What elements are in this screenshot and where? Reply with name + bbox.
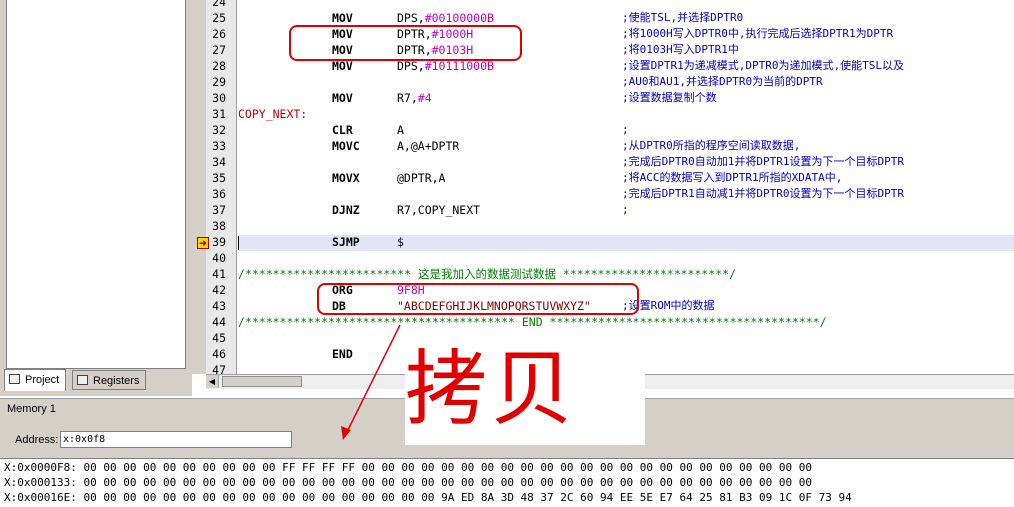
address-input[interactable] [60, 431, 292, 448]
line-number: 43 [212, 299, 226, 313]
code-line[interactable]: 35 MOVX @DPTR,A ;将ACC的数据写入到DPTR1所指的XDATA中, [192, 170, 1014, 186]
code-mnemonic: MOVC [332, 139, 360, 153]
code-mnemonic: SJMP [332, 235, 360, 249]
code-comment: ;设置数据复制个数 [622, 91, 717, 104]
line-number: 46 [212, 347, 226, 361]
registers-icon [77, 375, 88, 385]
tab-registers-label: Registers [93, 375, 140, 387]
line-number: 29 [212, 75, 226, 89]
code-line[interactable]: 30 MOV R7,#4 ;设置数据复制个数 [192, 90, 1014, 106]
line-number: 38 [212, 219, 226, 233]
code-line[interactable]: 40 [192, 250, 1014, 266]
highlight-box-db [317, 283, 639, 315]
code-mnemonic: END [332, 347, 353, 361]
code-label: COPY_NEXT: [238, 107, 308, 121]
code-operands: $ [397, 235, 404, 249]
line-number: 36 [212, 187, 226, 201]
code-operands: R7,#4 [397, 91, 432, 105]
code-comment: ;AU0和AU1,并选择DPTR0为当前的DPTR [622, 75, 823, 88]
code-mnemonic: DJNZ [332, 203, 360, 217]
code-mnemonic: CLR [332, 123, 353, 137]
code-comment: ;从DPTR0所指的程序空间读取数据, [622, 139, 801, 152]
code-line[interactable]: 39 SJMP $ [192, 234, 1014, 250]
code-line[interactable]: 44 /*************************************… [192, 314, 1014, 330]
code-operands: A,@A+DPTR [397, 139, 460, 153]
tab-registers[interactable]: Registers [72, 370, 147, 390]
line-number: 33 [212, 139, 226, 153]
code-line[interactable]: 31 COPY_NEXT: [192, 106, 1014, 122]
project-panel: Project Registers [0, 0, 192, 396]
line-number: 24 [212, 0, 226, 9]
line-number: 35 [212, 171, 226, 185]
tab-project-label: Project [25, 374, 60, 386]
line-number: 39 [212, 235, 226, 249]
line-number: 30 [212, 91, 226, 105]
project-tree[interactable] [6, 0, 186, 369]
memory-row: X:0x000133: 00 00 00 00 00 00 00 00 00 0… [4, 476, 812, 489]
code-mnemonic: MOVX [332, 171, 360, 185]
scroll-left-icon[interactable]: ◀ [206, 375, 219, 388]
code-comment: ;将1000H写入DPTR0中,执行完成后选择DPTR1为DPTR [622, 27, 894, 40]
address-label: Address: [15, 434, 59, 446]
code-comment: ;使能TSL,并选择DPTR0 [622, 11, 744, 24]
code-operands: R7,COPY_NEXT [397, 203, 481, 217]
code-line[interactable]: 32 CLR A; [192, 122, 1014, 138]
memory-row: X:0x00016E: 00 00 00 00 00 00 00 00 00 0… [4, 491, 852, 504]
code-operands: @DPTR,A [397, 171, 446, 185]
code-operands: DPS,#00100000B [397, 11, 494, 25]
code-operands: A [397, 123, 404, 137]
code-comment: ;设置DPTR1为递减模式,DPTR0为递加模式,使能TSL以及 [622, 59, 904, 72]
code-line[interactable]: 38 [192, 218, 1014, 234]
code-comment: ; [622, 203, 629, 216]
code-banner-comment: /************************ 这是我加入的数据测试数据 *… [238, 267, 737, 281]
code-line[interactable]: 36 ;完成后DPTR1自动减1并将DPTR0设置为下一个目标DPTR [192, 186, 1014, 202]
code-mnemonic: MOV [332, 91, 353, 105]
code-comment: ;完成后DPTR0自动加1并将DPTR1设置为下一个目标DPTR [622, 155, 904, 168]
line-number: 42 [212, 283, 226, 297]
line-number: 27 [212, 43, 226, 57]
code-line[interactable]: 29 ;AU0和AU1,并选择DPTR0为当前的DPTR [192, 74, 1014, 90]
code-line[interactable]: 34 ;完成后DPTR0自动加1并将DPTR1设置为下一个目标DPTR [192, 154, 1014, 170]
line-number: 37 [212, 203, 226, 217]
code-comment: ;将0103H写入DPTR1中 [622, 43, 739, 56]
code-comment: ;将ACC的数据写入到DPTR1所指的XDATA中, [622, 171, 843, 184]
memory-title-text: Memory 1 [7, 403, 56, 415]
line-number: 34 [212, 155, 226, 169]
scrollbar-thumb[interactable] [222, 376, 302, 387]
line-number: 26 [212, 27, 226, 41]
code-line[interactable]: 37 DJNZ R7,COPY_NEXT; [192, 202, 1014, 218]
annotation-copy-label: 拷贝 [405, 342, 578, 437]
highlight-box-dptr [289, 25, 522, 61]
code-comment: ;完成后DPTR1自动减1并将DPTR0设置为下一个目标DPTR [622, 187, 904, 200]
line-number: 25 [212, 11, 226, 25]
code-banner-comment: /***************************************… [238, 315, 827, 329]
code-mnemonic: MOV [332, 11, 353, 25]
line-number: 28 [212, 59, 226, 73]
memory-row: X:0x0000F8: 00 00 00 00 00 00 00 00 00 0… [4, 461, 812, 474]
line-number: 45 [212, 331, 226, 345]
memory-view[interactable]: X:0x0000F8: 00 00 00 00 00 00 00 00 00 0… [0, 458, 1014, 507]
line-number: 44 [212, 315, 226, 329]
code-comment: ; [622, 123, 629, 136]
code-line[interactable]: 33 MOVC A,@A+DPTR ;从DPTR0所指的程序空间读取数据, [192, 138, 1014, 154]
tab-project[interactable]: Project [4, 369, 67, 391]
project-icon [9, 374, 20, 384]
line-number: 41 [212, 267, 226, 281]
code-line[interactable]: 24 [192, 0, 1014, 10]
code-line[interactable]: 25 MOV DPS,#00100000B ;使能TSL,并选择DPTR0 [192, 10, 1014, 26]
line-number: 31 [212, 107, 226, 121]
line-number: 40 [212, 251, 226, 265]
line-number: 32 [212, 123, 226, 137]
code-line[interactable]: 41 /************************ 这是我加入的数据测试数据… [192, 266, 1014, 282]
